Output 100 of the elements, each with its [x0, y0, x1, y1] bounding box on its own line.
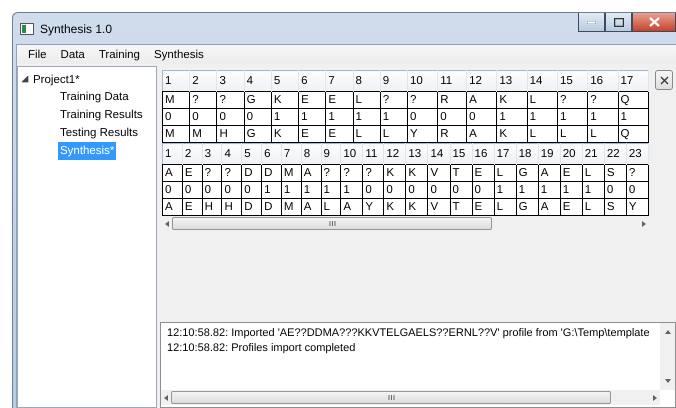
scroll-thumb[interactable] [172, 217, 492, 230]
table-cell: E [326, 92, 354, 108]
table-cell: A [162, 164, 182, 182]
log-line: 12:10:58.82: Profiles import completed [167, 341, 356, 356]
column-header: 3 [216, 70, 244, 92]
maximize-icon [614, 18, 624, 26]
column-header: 21 [582, 144, 604, 164]
table-cell: 0 [244, 108, 272, 126]
table-cell: 1 [262, 182, 282, 198]
table-cell: 1 [538, 182, 560, 198]
table-cell: 0 [384, 182, 406, 198]
table-cell: 1 [516, 182, 538, 198]
column-header: 9 [321, 144, 341, 164]
table-cell: 1 [321, 182, 341, 198]
column-header: 15 [450, 144, 472, 164]
column-header: 11 [438, 70, 467, 92]
maximize-button[interactable] [605, 13, 632, 32]
menu-item[interactable]: Data [54, 48, 92, 60]
close-button[interactable] [632, 13, 676, 32]
table-cell: A [301, 164, 321, 182]
table-cell: S [604, 164, 626, 182]
table-cell: E [560, 164, 582, 182]
table-cell: 0 [202, 182, 222, 198]
column-header: 8 [301, 144, 321, 164]
table-cell: K [496, 92, 528, 108]
menu-item[interactable]: Synthesis [146, 48, 211, 60]
menu-item[interactable]: Training [92, 48, 147, 60]
column-header: 4 [244, 70, 272, 92]
column-header: 12 [466, 70, 497, 92]
minimize-button[interactable] [578, 13, 605, 32]
table-cell: 1 [281, 182, 302, 198]
column-header: 15 [557, 70, 588, 92]
table-cell: K [406, 164, 428, 182]
table-cell: R [438, 92, 467, 108]
table-cell: E [298, 92, 326, 108]
scroll-left-icon[interactable] [164, 220, 170, 226]
table-cell: ? [380, 92, 408, 108]
minimize-icon [587, 20, 596, 24]
table-cell: K [271, 92, 299, 108]
table-cell: 0 [362, 182, 384, 198]
column-header: 7 [281, 144, 302, 164]
table-cell: L [494, 164, 516, 182]
close-button[interactable] [655, 70, 673, 90]
table-cell: 0 [162, 108, 190, 126]
table-cell: ? [321, 164, 341, 182]
column-header: 18 [516, 144, 538, 164]
table-cell: ? [340, 164, 363, 182]
table-cell: A [466, 92, 497, 108]
table-cell: 0 [604, 182, 626, 198]
table-cell: 0 [162, 182, 182, 198]
tree-item[interactable]: Training Data [58, 88, 131, 106]
table-cell: Q [618, 92, 648, 108]
table-cell: D [242, 164, 262, 182]
table-cell: L [582, 164, 604, 182]
table-cell: M [281, 164, 302, 182]
expander-icon[interactable] [22, 76, 29, 83]
tree-item[interactable]: Training Results [58, 106, 145, 124]
column-header: 13 [406, 144, 428, 164]
close-icon [648, 17, 660, 27]
table-cell: ? [216, 92, 244, 108]
column-header: 1 [162, 144, 182, 164]
tree-item[interactable]: Project1* [33, 74, 80, 86]
column-header: 23 [626, 144, 648, 164]
column-header: 14 [527, 70, 558, 92]
column-header: 11 [362, 144, 384, 164]
table-cell: ? [362, 164, 384, 182]
table-cell: 1 [560, 182, 582, 198]
menu-item[interactable]: File [21, 48, 54, 60]
scroll-down-icon[interactable] [664, 378, 670, 384]
app-icon [20, 22, 34, 34]
table-cell: 1 [271, 108, 299, 126]
tree-item[interactable]: Testing Results [58, 124, 140, 142]
column-header: 14 [428, 144, 450, 164]
table-cell: ? [222, 164, 242, 182]
column-header: 5 [271, 70, 299, 92]
table-cell: V [428, 164, 450, 182]
table-cell: 1 [298, 108, 326, 126]
scroll-thumb[interactable] [171, 391, 611, 404]
table-cell: E [472, 164, 494, 182]
scroll-left-icon[interactable] [163, 394, 169, 400]
table-cell: 0 [472, 182, 494, 198]
table-cell: 0 [190, 108, 217, 126]
table-cell: K [384, 164, 406, 182]
table-cell: G [516, 164, 538, 182]
table-cell: 0 [242, 182, 262, 198]
table-cell: ? [202, 164, 222, 182]
column-header: 1 [162, 70, 190, 92]
table-cell: 0 [428, 182, 450, 198]
table-cell: 1 [557, 108, 588, 126]
column-header: 16 [472, 144, 494, 164]
table-cell: L [353, 92, 380, 108]
vertical-scrollbar[interactable] [660, 323, 675, 390]
table-cell: ? [407, 92, 438, 108]
scroll-right-icon[interactable] [641, 220, 647, 226]
horizontal-scrollbar[interactable] [161, 390, 660, 405]
scroll-right-icon[interactable] [652, 394, 658, 400]
column-header: 10 [407, 70, 438, 92]
table-cell: 1 [301, 182, 321, 198]
table-cell: ? [626, 164, 648, 182]
scroll-up-icon[interactable] [664, 329, 670, 335]
